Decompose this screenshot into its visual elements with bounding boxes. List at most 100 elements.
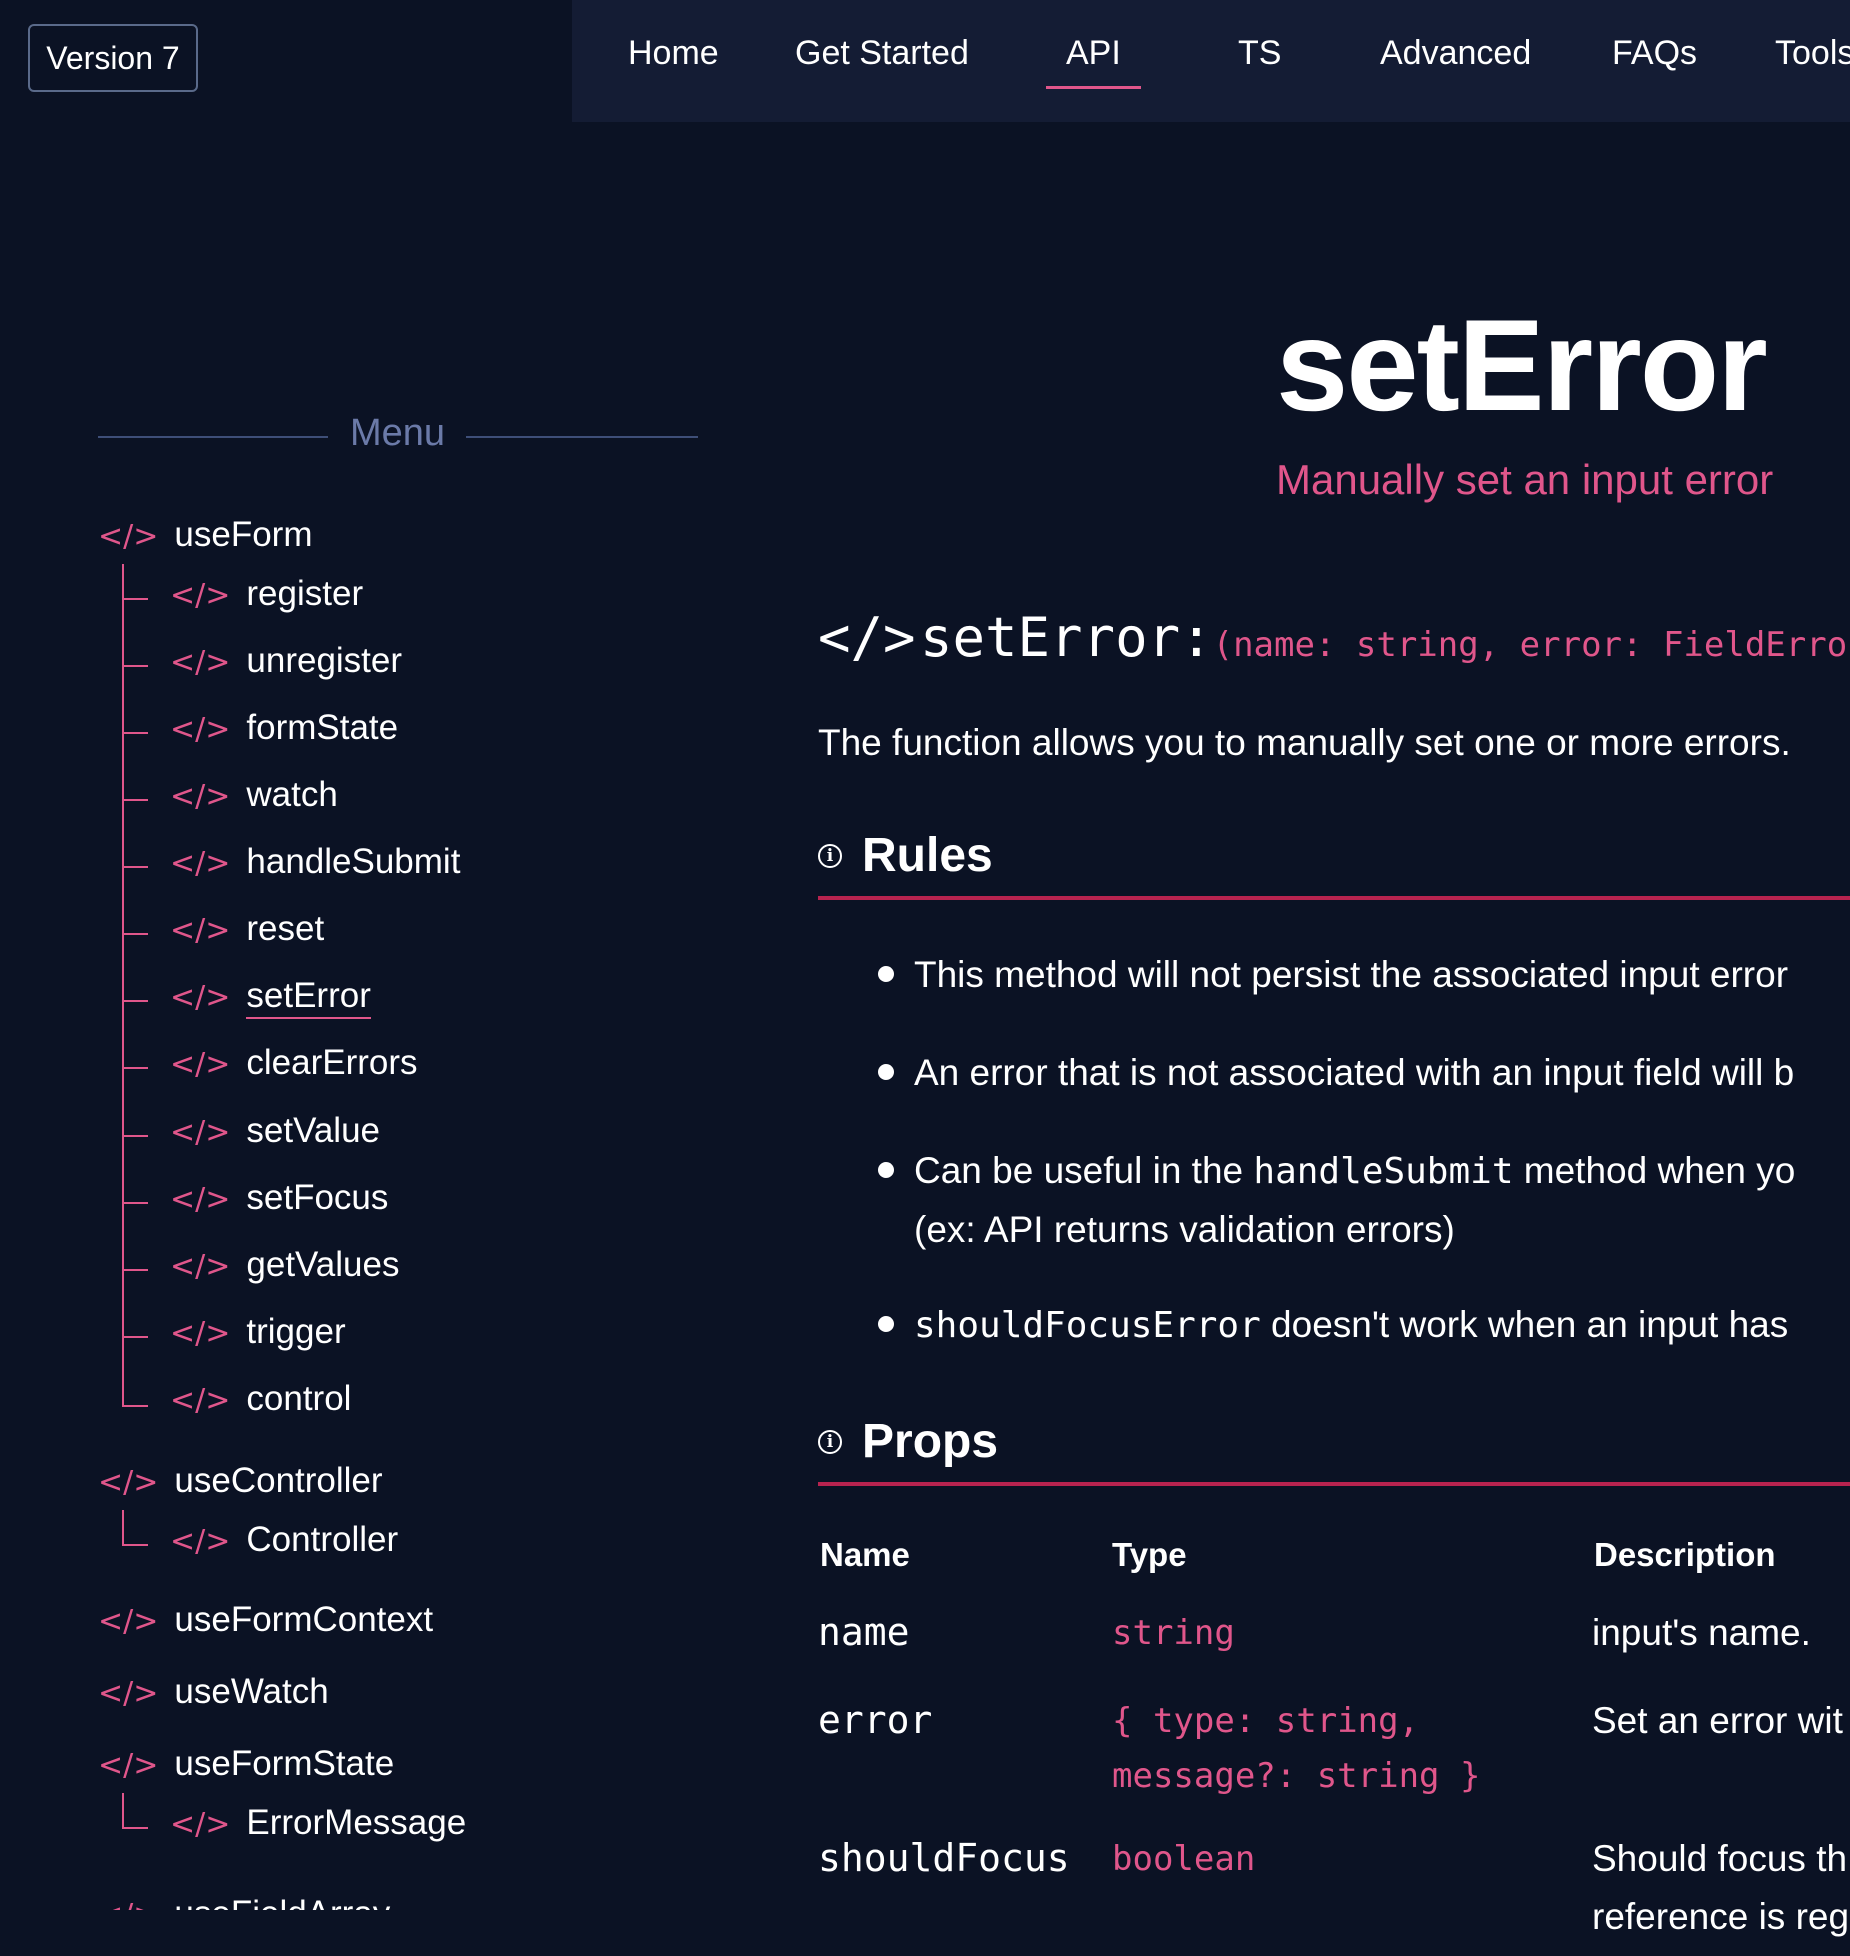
tree-branch [124, 1067, 148, 1069]
info-icon: i [818, 1429, 842, 1454]
tree-branch [124, 1269, 148, 1271]
tree-connector [122, 1510, 124, 1546]
sidebar-item-trigger[interactable]: </> trigger [170, 1312, 346, 1352]
code-tag-icon: </> [98, 519, 159, 554]
code-tag-icon: </> [170, 645, 231, 680]
sidebar-item-control[interactable]: </> control [170, 1379, 351, 1419]
sidebar-item-useform[interactable]: </> useForm [98, 515, 312, 555]
sidebar-item-reset[interactable]: </> reset [170, 909, 324, 949]
prop-description: input's name. [1592, 1612, 1811, 1653]
code-tag-icon: </> [170, 980, 231, 1015]
tree-branch [124, 1827, 148, 1829]
nav-advanced[interactable]: Advanced [1380, 34, 1531, 73]
nav-home[interactable]: Home [628, 34, 719, 73]
menu-divider-left [98, 436, 328, 438]
sidebar-item-useformstate[interactable]: </> useFormState [98, 1744, 394, 1784]
current-page-label: setError [246, 976, 371, 1019]
sidebar-item-setfocus[interactable]: </> setFocus [170, 1178, 388, 1218]
code-tag-icon: </> [170, 1807, 231, 1842]
sidebar-clip: </>useFieldArray [98, 1880, 698, 1910]
sidebar-item-watch[interactable]: </> watch [170, 775, 338, 815]
prop-type: boolean [1112, 1839, 1256, 1879]
tree-branch [124, 1336, 148, 1338]
prop-name: name [818, 1610, 910, 1654]
page-title: setError [1276, 292, 1768, 438]
signature-name: setError: [920, 606, 1213, 669]
nav-faqs[interactable]: FAQs [1612, 34, 1697, 73]
code-tag-icon: </> [98, 1748, 159, 1783]
sidebar-item-setvalue[interactable]: </> setValue [170, 1111, 380, 1151]
nav-get-started[interactable]: Get Started [795, 34, 969, 73]
sidebar-item-usewatch[interactable]: </> useWatch [98, 1672, 329, 1712]
column-header-name: Name [820, 1536, 910, 1573]
sidebar-item-useformcontext[interactable]: </> useFormContext [98, 1600, 433, 1640]
tree-branch [124, 866, 148, 868]
code-tag-icon: </> [170, 1047, 231, 1082]
tree-branch [124, 799, 148, 801]
code-tag-icon: </> [170, 1115, 231, 1150]
tree-branch [124, 1544, 148, 1546]
sidebar-item-usefieldarray[interactable]: </>useFieldArray [98, 1894, 390, 1910]
sidebar-item-usecontroller[interactable]: </> useController [98, 1461, 383, 1501]
function-description: The function allows you to manually set … [818, 722, 1791, 763]
code-tag-icon: </> [170, 846, 231, 881]
code-tag-icon: </> [98, 1676, 159, 1711]
signature-params: (name: string, error: FieldError [1212, 625, 1850, 665]
bullet [878, 1064, 894, 1080]
sidebar-item-handlesubmit[interactable]: </> handleSubmit [170, 842, 460, 882]
sidebar-item-register[interactable]: </> register [170, 574, 363, 614]
code-tag-icon: </> [170, 1249, 231, 1284]
prop-name: error [818, 1698, 933, 1742]
tree-branch [124, 598, 148, 600]
top-nav: Home Get Started API TS Advanced FAQs To… [572, 0, 1850, 122]
sidebar-item-controller[interactable]: </> Controller [170, 1520, 398, 1560]
prop-description: Should focus th reference is reg [1592, 1838, 1850, 1937]
version-selector-button[interactable]: Version 7 [28, 24, 198, 92]
sidebar-item-seterror[interactable]: </> setError [170, 976, 371, 1019]
page-subtitle: Manually set an input error [1276, 456, 1774, 503]
menu-title: Menu [98, 408, 698, 458]
prop-type: { type: string, message?: string } [1112, 1701, 1481, 1796]
menu-label: Menu [350, 412, 446, 454]
prop-description: Set an error wit [1592, 1700, 1843, 1741]
bullet [878, 1162, 894, 1178]
code-tag-icon: </> [170, 1383, 231, 1418]
tree-branch [124, 1135, 148, 1137]
code-tag-icon: </> [170, 1316, 231, 1351]
props-divider [818, 1482, 1850, 1486]
tree-branch [124, 665, 148, 667]
sidebar-item-clearerrors[interactable]: </> clearErrors [170, 1043, 418, 1083]
code-tag-icon: </> [170, 1182, 231, 1217]
column-header-description: Description [1594, 1536, 1776, 1573]
tree-connector [122, 564, 124, 1407]
rules-divider [818, 896, 1850, 900]
rule-item: shouldFocusError doesn't work when an in… [914, 1304, 1789, 1346]
nav-api[interactable]: API [1046, 34, 1141, 89]
nav-tools[interactable]: Tools [1775, 34, 1850, 73]
prop-name: shouldFocus [818, 1836, 1070, 1880]
code-tag-icon: </> [818, 606, 916, 669]
code-tag-icon: </> [170, 578, 231, 613]
sidebar-item-errormessage[interactable]: </> ErrorMessage [170, 1803, 466, 1843]
code-tag-icon: </> [170, 913, 231, 948]
sidebar-item-getvalues[interactable]: </> getValues [170, 1245, 399, 1285]
tree-branch [124, 1000, 148, 1002]
code-tag-icon: </> [170, 1524, 231, 1559]
code-tag-icon: </> [170, 779, 231, 814]
code-tag-icon: </> [98, 1465, 159, 1500]
tree-branch [124, 1202, 148, 1204]
tree-branch [124, 732, 148, 734]
rule-item: Can be useful in the handleSubmit method… [914, 1150, 1796, 1250]
menu-divider-right [466, 436, 698, 438]
prop-type: string [1112, 1613, 1235, 1653]
column-header-type: Type [1112, 1536, 1187, 1573]
sidebar-item-unregister[interactable]: </> unregister [170, 641, 402, 681]
tree-branch [124, 1405, 148, 1407]
info-icon: i [818, 843, 842, 868]
tree-connector [122, 1793, 124, 1829]
tree-branch [124, 933, 148, 935]
sidebar-item-formstate[interactable]: </> formState [170, 708, 398, 748]
nav-ts[interactable]: TS [1238, 34, 1281, 73]
rule-item: This method will not persist the associa… [914, 954, 1789, 995]
bullet [878, 1316, 894, 1332]
